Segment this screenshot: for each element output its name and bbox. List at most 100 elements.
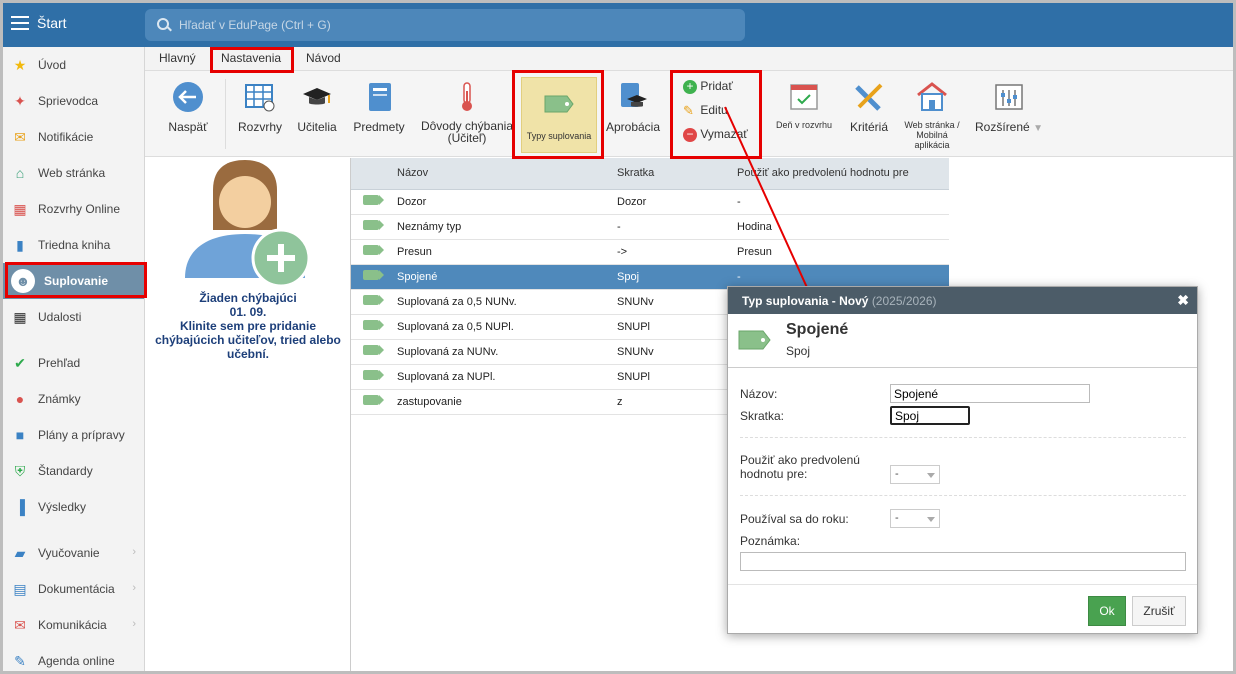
- cancel-button[interactable]: Zrušiť: [1132, 596, 1186, 626]
- sidebar-item-rozvrhy-online[interactable]: ▦ Rozvrhy Online: [3, 191, 144, 227]
- column-header-abbr[interactable]: Skratka: [617, 158, 737, 190]
- tab-hlavny[interactable]: Hlavný: [159, 51, 196, 65]
- timetable-grid-icon: [245, 84, 275, 112]
- subjects-button[interactable]: Predmety: [351, 71, 407, 134]
- tag-icon: [363, 270, 384, 280]
- tag-icon: [363, 220, 384, 230]
- day-in-timetable-label: Deň v rozvrhu: [775, 120, 833, 130]
- hamburger-menu-icon[interactable]: [11, 16, 29, 30]
- sidebar-item-komunikacia[interactable]: ✉ Komunikácia ›: [3, 607, 144, 643]
- absent-line-1: Žiaden chýbajúci: [199, 291, 297, 305]
- search-icon: [157, 18, 169, 30]
- criteria-button[interactable]: Kritériá: [845, 71, 893, 134]
- pencil-icon: ✎: [14, 652, 26, 669]
- absent-date: 01. 09.: [229, 305, 267, 319]
- name-field[interactable]: [890, 384, 1090, 403]
- used-until-select[interactable]: -: [890, 509, 940, 528]
- tag-icon: [363, 345, 384, 355]
- edit-label: Editu: [700, 103, 728, 118]
- sidebar-item-suplovanie[interactable]: ☻ Suplovanie: [3, 263, 144, 299]
- absence-reasons-button[interactable]: Dôvody chýbania (Učiteľ): [417, 71, 517, 144]
- substitution-types-button[interactable]: Typy suplovania: [521, 77, 597, 153]
- graduation-cap-icon: [303, 88, 331, 105]
- ribbon-toolbar: Naspäť Rozvrhy Učitelia Predmety Dôvody …: [145, 71, 1233, 157]
- delete-button[interactable]: − Vymazať: [683, 127, 763, 142]
- sidebar-item-label: Suplovanie: [44, 274, 109, 288]
- dialog-header: Typ suplovania - Nový (2025/2026) ✖: [728, 287, 1197, 314]
- sidebar-item-web-stranka[interactable]: ⌂ Web stránka: [3, 155, 144, 191]
- approval-book-icon: [621, 83, 647, 107]
- sidebar-item-znamky[interactable]: ● Známky: [3, 381, 144, 417]
- tag-icon: [363, 245, 384, 255]
- sidebar-item-triedna-kniha[interactable]: ▮ Triedna kniha: [3, 227, 144, 263]
- star-icon: ★: [13, 56, 27, 73]
- search-input[interactable]: [179, 17, 719, 33]
- criteria-label: Kritériá: [849, 120, 888, 134]
- sidebar-item-dokumentacia[interactable]: ▤ Dokumentácia ›: [3, 571, 144, 607]
- column-header-default[interactable]: Použiť ako predvolenú hodnotu pre: [737, 158, 949, 190]
- abbreviation-field[interactable]: [890, 406, 970, 425]
- sidebar-item-udalosti[interactable]: ▦ Udalosti: [3, 299, 144, 335]
- dialog-subheading: Spoj: [786, 344, 811, 358]
- sidebar-item-standardy[interactable]: ⛨ Štandardy: [3, 453, 144, 489]
- day-in-timetable-button[interactable]: Deň v rozvrhu: [771, 71, 837, 130]
- sidebar-item-plany-a-pripravy[interactable]: ■ Plány a prípravy: [3, 417, 144, 453]
- absent-panel[interactable]: Žiaden chýbajúci 01. 09. Klinite sem pre…: [145, 158, 351, 671]
- chevron-down-icon: ▼: [1033, 123, 1043, 134]
- name-label: Názov:: [740, 387, 778, 401]
- table-row[interactable]: Dozor Dozor -: [351, 189, 949, 215]
- sidebar-item-notifikacie[interactable]: ✉ Notifikácie: [3, 119, 144, 155]
- sidebar-item-label: Plány a prípravy: [38, 428, 125, 442]
- back-label: Naspäť: [168, 120, 208, 134]
- search-box[interactable]: [145, 9, 745, 41]
- calendar-check-icon: [790, 84, 818, 110]
- note-label: Poznámka:: [740, 534, 801, 548]
- tag-icon: [363, 320, 384, 330]
- teachers-button[interactable]: Učitelia: [293, 71, 341, 134]
- abbreviation-label: Skratka:: [740, 409, 785, 423]
- absent-info-text: Žiaden chýbajúci 01. 09. Klinite sem pre…: [155, 291, 341, 361]
- subject-book-icon: [369, 83, 391, 111]
- sidebar-item-vysledky[interactable]: ▐ Výsledky: [3, 489, 144, 525]
- ok-button[interactable]: Ok: [1088, 596, 1126, 626]
- tab-nastavenia[interactable]: Nastavenia: [221, 51, 281, 65]
- tab-navod[interactable]: Návod: [306, 51, 341, 65]
- chat-icon: ✉: [14, 616, 26, 633]
- approval-button[interactable]: Aprobácia: [603, 71, 663, 134]
- school-house-icon: [917, 82, 947, 111]
- sidebar-item-label: Známky: [38, 392, 81, 406]
- default-value-label: Použiť ako predvolenú hodnotu pre:: [740, 453, 860, 481]
- sidebar-item-label: Prehľad: [38, 356, 81, 370]
- sidebar-item-agenda-online[interactable]: ✎ Agenda online: [3, 643, 144, 671]
- sidebar-item-label: Rozvrhy Online: [38, 202, 121, 216]
- sidebar-item-vyucovanie[interactable]: ▰ Vyučovanie ›: [3, 535, 144, 571]
- default-value-select[interactable]: -: [890, 465, 940, 484]
- sidebar-item-prehlad[interactable]: ✔ Prehľad: [3, 345, 144, 381]
- sidebar-item-uvod[interactable]: ★ Úvod: [3, 47, 144, 83]
- calendar-icon: ▦: [13, 308, 27, 325]
- timetables-button[interactable]: Rozvrhy: [235, 71, 285, 134]
- add-button[interactable]: + Pridať: [683, 79, 763, 94]
- column-header-name[interactable]: Názov: [397, 158, 617, 190]
- sidebar-item-label: Vyučovanie: [38, 546, 100, 560]
- web-page-button[interactable]: Web stránka / Mobilná aplikácia: [899, 71, 965, 150]
- sliders-icon: [995, 84, 1023, 110]
- sidebar-item-label: Úvod: [38, 58, 67, 72]
- note-field[interactable]: [740, 552, 1186, 571]
- advanced-button[interactable]: Rozšírené ▼: [971, 71, 1047, 134]
- start-label[interactable]: Štart: [37, 15, 67, 31]
- close-icon[interactable]: ✖: [1177, 292, 1189, 309]
- sidebar-item-sprievodca[interactable]: ✦ Sprievodca: [3, 83, 144, 119]
- tab-bar: Hlavný Nastavenia Návod: [145, 47, 1233, 71]
- sidebar-item-label: Dokumentácia: [38, 582, 115, 596]
- tag-icon: [363, 195, 384, 205]
- table-row[interactable]: Presun -> Presun: [351, 239, 949, 265]
- edit-button[interactable]: ✎ Editu: [683, 103, 763, 119]
- back-button[interactable]: Naspäť: [165, 71, 211, 134]
- table-row[interactable]: Neznámy typ - Hodina: [351, 214, 949, 240]
- tag-icon: [363, 295, 384, 305]
- table-header-row: Názov Skratka Použiť ako predvolenú hodn…: [351, 158, 949, 190]
- tag-icon: [544, 95, 574, 113]
- web-page-label: Web stránka / Mobilná aplikácia: [904, 120, 960, 150]
- chevron-right-icon: ›: [132, 582, 136, 594]
